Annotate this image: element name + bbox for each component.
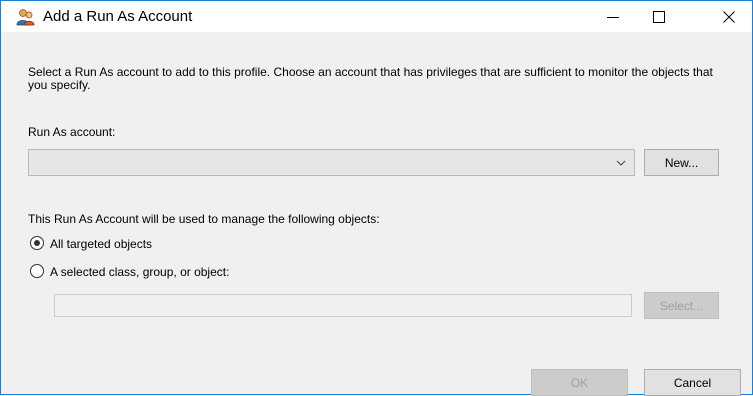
run-as-account-label: Run As account:	[28, 125, 116, 139]
title-bar[interactable]: Add a Run As Account	[1, 1, 752, 32]
run-as-account-dropdown[interactable]	[28, 149, 635, 176]
dialog-description: Select a Run As account to add to this p…	[28, 65, 713, 92]
maximize-icon	[653, 10, 665, 23]
selected-object-field	[54, 294, 632, 317]
scope-label: This Run As Account will be used to mana…	[28, 212, 380, 226]
radio-selected-dot	[34, 240, 40, 246]
all-targeted-objects-label[interactable]: All targeted objects	[50, 237, 152, 251]
window-title: Add a Run As Account	[43, 8, 193, 25]
ok-button: OK	[531, 369, 628, 396]
select-object-button: Select...	[644, 292, 719, 319]
selected-object-radio[interactable]	[30, 264, 44, 278]
dialog-body: Select a Run As account to add to this p…	[1, 32, 752, 396]
minimize-icon	[607, 16, 619, 18]
close-icon	[723, 10, 735, 23]
close-button[interactable]	[706, 1, 752, 32]
all-targeted-objects-radio[interactable]	[30, 236, 44, 250]
chevron-down-icon	[616, 160, 626, 166]
add-run-as-account-dialog: Add a Run As Account Select a Run As acc…	[0, 0, 753, 396]
user-account-icon	[15, 7, 35, 27]
new-account-button[interactable]: New...	[644, 149, 719, 176]
minimize-button[interactable]	[590, 1, 636, 32]
cancel-button[interactable]: Cancel	[644, 369, 741, 396]
maximize-button[interactable]	[636, 1, 682, 32]
selected-object-label[interactable]: A selected class, group, or object:	[50, 265, 229, 279]
